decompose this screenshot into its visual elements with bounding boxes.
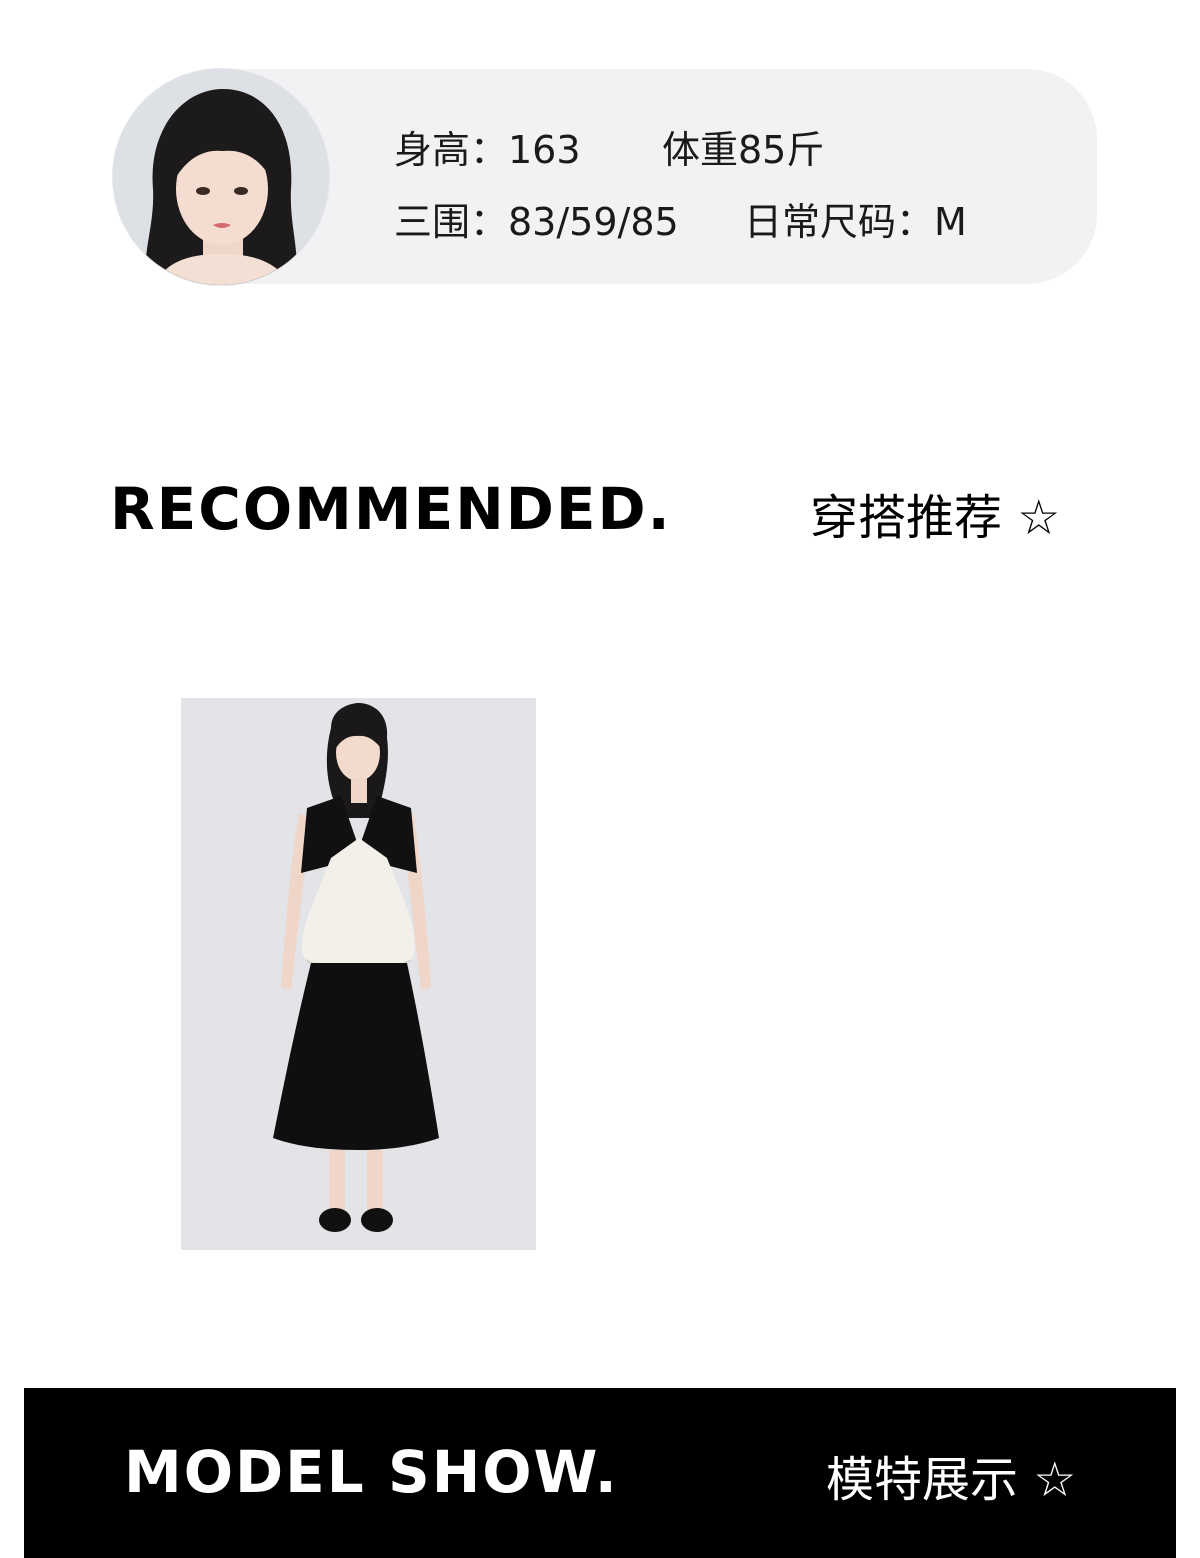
recommended-title-en: RECOMMENDED. xyxy=(110,475,672,543)
model-show-banner: MODEL SHOW. 模特展示 ☆ xyxy=(24,1388,1176,1558)
model-weight: 体重85斤 xyxy=(662,128,825,172)
model-measurements: 三围：83/59/85 xyxy=(394,200,679,244)
product-photo[interactable] xyxy=(181,698,536,1250)
recommended-title-cn: 穿搭推荐 ☆ xyxy=(810,490,1061,546)
model-avatar xyxy=(113,69,329,285)
model-height: 身高：163 xyxy=(394,128,581,172)
model-show-title-cn: 模特展示 ☆ xyxy=(826,1452,1077,1508)
model-show-title-en: MODEL SHOW. xyxy=(124,1438,619,1506)
model-size: 日常尺码：M xyxy=(744,200,967,244)
